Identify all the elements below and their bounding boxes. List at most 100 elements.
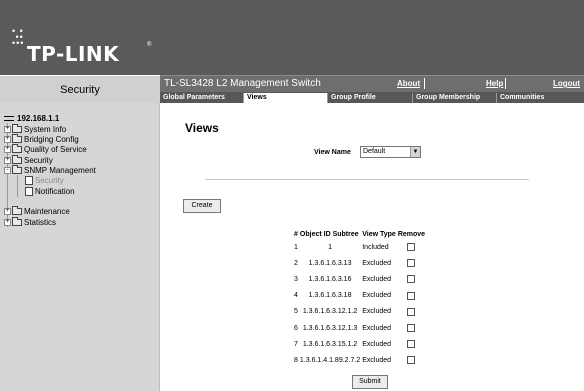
device-title: TL-SL3428 L2 Management Switch (164, 78, 321, 89)
sidebar-item-label: Maintenance (24, 206, 70, 216)
sidebar-tree: 192.168.1.1 + System Info + Bridging Con… (0, 103, 160, 391)
remove-cell (397, 271, 426, 287)
remove-checkbox[interactable] (407, 324, 416, 333)
row-object-id: 1.3.6.1.6.3.12.1.2 (302, 308, 358, 316)
tree-host[interactable]: 192.168.1.1 (4, 113, 59, 123)
sidebar-item-notification[interactable]: Notification (25, 186, 75, 196)
remove-checkbox[interactable] (407, 259, 416, 268)
row-view-type: Excluded (362, 259, 392, 267)
row-object-id: 1.3.6.1.6.3.15.1.2 (302, 340, 358, 348)
remove-checkbox[interactable] (407, 356, 416, 365)
column-header-view-type: View Type (362, 230, 396, 238)
folder-open-icon (12, 164, 22, 174)
dropdown-arrow-icon[interactable]: ▼ (410, 147, 420, 157)
sidebar-item-snmp-security[interactable]: Security (25, 175, 64, 185)
sidebar-item-quality-of-service[interactable]: + Quality of Service (4, 143, 87, 154)
tab-communities[interactable]: Communities (496, 93, 584, 103)
remove-cell (397, 320, 426, 336)
tab-group-profile[interactable]: Group Profile (327, 93, 412, 103)
page-title: Views (185, 121, 219, 135)
view-name-select[interactable]: Default ▼ (360, 146, 421, 158)
logo-brand-text: TP-LINK (27, 42, 120, 66)
remove-checkbox[interactable] (407, 340, 416, 349)
document-icon (25, 175, 33, 185)
remove-cell (397, 239, 426, 255)
expand-icon[interactable]: + (4, 145, 11, 153)
expand-icon[interactable]: + (4, 156, 11, 164)
remove-checkbox[interactable] (407, 291, 416, 300)
expand-icon[interactable]: + (4, 218, 11, 226)
tree-line (17, 175, 18, 197)
folder-icon (12, 205, 22, 215)
remove-cell (397, 304, 426, 320)
header-banner: • • •• ••• TP-LINK ® (0, 0, 584, 75)
table-row: 5 1.3.6.1.6.3.12.1.2 Excluded (293, 304, 426, 320)
document-icon (25, 186, 33, 196)
row-view-type: Excluded (362, 356, 392, 364)
sidebar-item-bridging-config[interactable]: + Bridging Config (4, 133, 79, 144)
host-label: 192.168.1.1 (17, 113, 60, 123)
main-content: Views View Name Default ▼ Create # Objec… (161, 103, 584, 391)
remove-cell (397, 336, 426, 352)
sidebar-item-system-info[interactable]: + System Info (4, 123, 67, 134)
table-row: 8 1.3.6.1.4.1.89.2.7.2 Excluded (293, 352, 426, 368)
sidebar-item-statistics[interactable]: + Statistics (4, 216, 57, 227)
remove-checkbox[interactable] (407, 275, 416, 284)
create-button[interactable]: Create (183, 199, 221, 213)
row-view-type: Excluded (362, 308, 392, 316)
row-view-type: Excluded (362, 340, 392, 348)
remove-checkbox[interactable] (407, 307, 416, 316)
row-view-type: Excluded (362, 324, 392, 332)
remove-checkbox[interactable] (407, 243, 416, 252)
tab-views[interactable]: Views (243, 93, 327, 103)
table-row: 7 1.3.6.1.6.3.15.1.2 Excluded (293, 336, 426, 352)
row-object-id: 1.3.6.1.6.3.12.1.3 (302, 324, 358, 332)
expand-icon[interactable]: + (4, 135, 11, 143)
views-table: # Object ID Subtree View Type Remove 1 1… (293, 229, 426, 369)
expand-icon[interactable]: + (4, 125, 11, 133)
collapse-icon[interactable]: - (4, 166, 11, 174)
folder-icon (12, 123, 22, 133)
tab-group-membership[interactable]: Group Membership (412, 93, 496, 103)
sidebar-item-security[interactable]: + Security (4, 154, 53, 165)
row-view-type: Included (362, 243, 389, 251)
sidebar-item-label: Statistics (24, 217, 57, 227)
column-header-object-id: Object ID Subtree (299, 230, 359, 238)
row-object-id: 1.3.6.1.6.3.18 (308, 292, 352, 300)
tab-bar: Global Parameters Views Group Profile Gr… (160, 92, 584, 103)
table-row: 1 1 Included (293, 239, 426, 255)
folder-icon (12, 154, 22, 164)
folder-icon (12, 216, 22, 226)
remove-cell (397, 352, 426, 368)
logo-registered-mark: ® (147, 42, 152, 48)
expand-icon[interactable]: + (4, 207, 11, 215)
submit-button[interactable]: Submit (352, 375, 388, 389)
sidebar-item-label: SNMP Management (24, 165, 96, 175)
row-view-type: Excluded (362, 292, 392, 300)
remove-cell (397, 255, 426, 271)
sidebar-item-maintenance[interactable]: + Maintenance (4, 205, 70, 216)
logo-dots-icon: • • •• ••• (12, 26, 25, 48)
table-header-row: # Object ID Subtree View Type Remove (293, 229, 426, 239)
logout-link[interactable]: Logout (553, 79, 580, 88)
table-row: 6 1.3.6.1.6.3.12.1.3 Excluded (293, 320, 426, 336)
table-row: 3 1.3.6.1.6.3.16 Excluded (293, 271, 426, 287)
about-link[interactable]: About (397, 79, 420, 88)
help-link[interactable]: Help (486, 79, 503, 88)
sidebar-item-label: System Info (24, 124, 67, 134)
folder-icon (12, 133, 22, 143)
section-title: Security (0, 75, 160, 103)
host-icon (4, 115, 14, 121)
remove-cell (397, 288, 426, 304)
tab-global-parameters[interactable]: Global Parameters (160, 93, 243, 103)
sidebar-item-snmp-management[interactable]: - SNMP Management (4, 164, 96, 175)
sidebar-item-label: Notification (35, 186, 75, 196)
sidebar-item-label: Bridging Config (24, 134, 79, 144)
table-row: 4 1.3.6.1.6.3.18 Excluded (293, 288, 426, 304)
row-view-type: Excluded (362, 275, 392, 283)
folder-icon (12, 143, 22, 153)
view-name-value: Default (363, 148, 386, 155)
top-bar: TL-SL3428 L2 Management Switch About Hel… (160, 75, 584, 92)
sidebar-item-label: Security (24, 155, 53, 165)
column-header-remove: Remove (397, 230, 426, 238)
